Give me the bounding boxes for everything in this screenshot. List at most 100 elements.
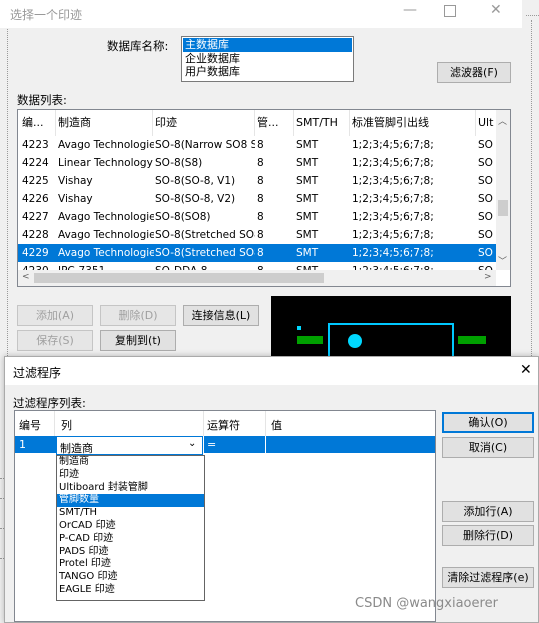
scroll-thumb[interactable] (498, 200, 508, 216)
header-divider[interactable] (152, 110, 153, 136)
column-header[interactable]: SMT/TH (296, 114, 350, 132)
database-option[interactable]: 企业数据库 (183, 52, 352, 66)
footprint-list[interactable]: 编... 制造商 印迹 管... SMT/TH 标准管脚引出线 Ult 4223 Avago … (17, 109, 511, 287)
dropdown-option[interactable]: P-CAD 印迹 (57, 533, 204, 546)
header-divider[interactable] (475, 110, 476, 136)
table-row[interactable]: 4227 Avago Technologies SO-8(SO8) 8 SMT 1;2;3… (18, 208, 496, 226)
maximize-icon[interactable] (444, 5, 456, 17)
table-cell: Avago Technologies (58, 139, 154, 151)
dropdown-option[interactable]: TANGO 印迹 (57, 571, 204, 584)
column-header[interactable]: 标准管脚引出线 (352, 114, 476, 132)
dropdown-option[interactable]: 制造商 (57, 456, 204, 469)
list-header: 编... 制造商 印迹 管... SMT/TH 标准管脚引出线 Ult (18, 110, 496, 136)
filter-button[interactable]: 滤波器(F) (437, 62, 511, 83)
dropdown-option[interactable]: OrCAD 印迹 (57, 520, 204, 533)
close-icon[interactable]: ✕ (520, 362, 532, 378)
delete-row-button[interactable]: 删除行(D) (442, 525, 534, 546)
header-divider[interactable] (293, 110, 294, 136)
scroll-up-icon[interactable]: ︿ (498, 114, 507, 127)
column-header[interactable]: 制造商 (58, 114, 154, 132)
table-cell: 4223 (22, 139, 49, 151)
pad-right (458, 336, 486, 344)
table-cell: 8 (257, 211, 264, 223)
table-cell: SMT (296, 247, 319, 259)
connect-info-button[interactable]: 连接信息(L) (183, 305, 259, 326)
column-header[interactable]: 印迹 (155, 114, 255, 132)
header-number: 编号 (19, 419, 41, 432)
header-value: 值 (271, 419, 282, 432)
delete-button[interactable]: 删除(D) (100, 305, 176, 326)
clear-filter-button[interactable]: 清除过滤程序(e) (442, 567, 534, 588)
table-row[interactable]: 4228 Avago Technologies SO-8(Stretched SO8… (18, 226, 496, 244)
header-divider[interactable] (349, 110, 350, 136)
table-cell: Avago Technologies (58, 247, 154, 259)
add-button[interactable]: 添加(A) (17, 305, 93, 326)
table-cell: 4227 (22, 211, 49, 223)
database-option[interactable]: 用户数据库 (183, 65, 352, 79)
combobox-value: 制造商 (60, 442, 93, 455)
dropdown-option[interactable]: Protel 印迹 (57, 558, 204, 571)
table-cell: Linear Technology (58, 157, 153, 169)
table-row[interactable]: 4229 Avago Technologies SO-8(Stretched SO8… (18, 244, 496, 262)
filter-row-operator[interactable]: = (207, 438, 216, 451)
copy-to-button[interactable]: 复制到(t) (100, 330, 176, 351)
dropdown-option[interactable]: EAGLE 印迹 (57, 584, 204, 597)
table-cell: 1;2;3;4;5;6;7;8; (352, 175, 434, 187)
column-dropdown[interactable]: 制造商 印迹 Ultiboard 封装管脚 管脚数量 SMT/TH OrCAD 印迹 P-C… (56, 455, 205, 601)
table-cell: SO (478, 211, 493, 223)
table-cell: 8 (257, 247, 264, 259)
table-cell: SO (478, 247, 493, 259)
table-cell: 1;2;3;4;5;6;7;8; (352, 211, 434, 223)
header-divider[interactable] (254, 110, 255, 136)
table-cell: SMT (296, 193, 319, 205)
table-row[interactable]: 4225 Vishay SO-8(SO-8, V1) 8 SMT 1;2;3;4;5;6;… (18, 172, 496, 190)
dropdown-option[interactable]: PADS 印迹 (57, 546, 204, 559)
add-row-button[interactable]: 添加行(A) (442, 501, 534, 522)
header-divider (54, 411, 55, 436)
header-divider (203, 411, 204, 436)
database-option[interactable]: 主数据库 (183, 38, 352, 52)
table-cell: SO (478, 193, 493, 205)
minimize-icon[interactable]: — (403, 3, 417, 17)
scroll-down-icon[interactable]: ﹀ (498, 254, 507, 267)
column-header[interactable]: 管... (257, 114, 293, 132)
dropdown-option[interactable]: 印迹 (57, 469, 204, 482)
column-header[interactable]: Ult (478, 114, 498, 132)
close-icon[interactable]: ✕ (490, 3, 502, 17)
table-row[interactable]: 4226 Vishay SO-8(SO-8, V2) 8 SMT 1;2;3;4;5;6;… (18, 190, 496, 208)
table-cell: 4224 (22, 157, 49, 169)
grid-line (526, 15, 539, 16)
header-divider[interactable] (55, 110, 56, 136)
table-cell: 1;2;3;4;5;6;7;8; (352, 229, 434, 241)
table-row[interactable]: 4223 Avago Technologies SO-8(Narrow SO8 S8… (18, 136, 496, 154)
table-cell: 8 (257, 157, 264, 169)
ok-button[interactable]: 确认(O) (442, 412, 534, 433)
dropdown-option[interactable]: SMT/TH (57, 507, 204, 520)
table-cell: SO-8(SO8) (155, 211, 211, 223)
horizontal-scrollbar[interactable]: < > (18, 270, 496, 286)
filter-table-header: 编号 列 运算符 值 (15, 411, 435, 437)
dropdown-option[interactable]: Ultiboard 封装管脚 (57, 482, 204, 495)
vertical-scrollbar[interactable]: ︿ ﹀ (496, 110, 510, 270)
column-header[interactable]: 编... (22, 114, 56, 132)
table-row[interactable]: 4224 Linear Technology SO-8(S8) 8 SMT 1;2;3;4… (18, 154, 496, 172)
table-cell: Avago Technologies (58, 229, 154, 241)
database-listbox[interactable]: 主数据库 企业数据库 用户数据库 (181, 36, 354, 82)
filter-dialog-title: 过滤程序 (13, 366, 62, 380)
filter-table[interactable]: 编号 列 运算符 值 1 = 制造商 ⌄ 制造商 印迹 Ultiboard 封装管脚… (14, 410, 436, 622)
save-button[interactable]: 保存(S) (17, 330, 93, 351)
database-label: 数据库名称: (107, 39, 169, 53)
hscroll-thumb[interactable] (34, 273, 324, 283)
cancel-button[interactable]: 取消(C) (442, 437, 534, 458)
header-operator: 运算符 (207, 419, 240, 432)
chevron-down-icon[interactable]: ⌄ (188, 438, 196, 449)
dropdown-option[interactable]: 管脚数量 (57, 494, 204, 508)
table-cell: SO-8(SO-8, V2) (155, 193, 236, 205)
column-combobox[interactable]: 制造商 ⌄ (56, 436, 203, 455)
scroll-right-icon[interactable]: > (484, 272, 492, 282)
title-bar: 选择一个印迹 — ✕ (0, 0, 522, 28)
body-outline (328, 323, 454, 356)
scroll-left-icon[interactable]: < (22, 272, 30, 282)
table-cell: 1;2;3;4;5;6;7;8; (352, 157, 434, 169)
table-cell: SMT (296, 157, 319, 169)
